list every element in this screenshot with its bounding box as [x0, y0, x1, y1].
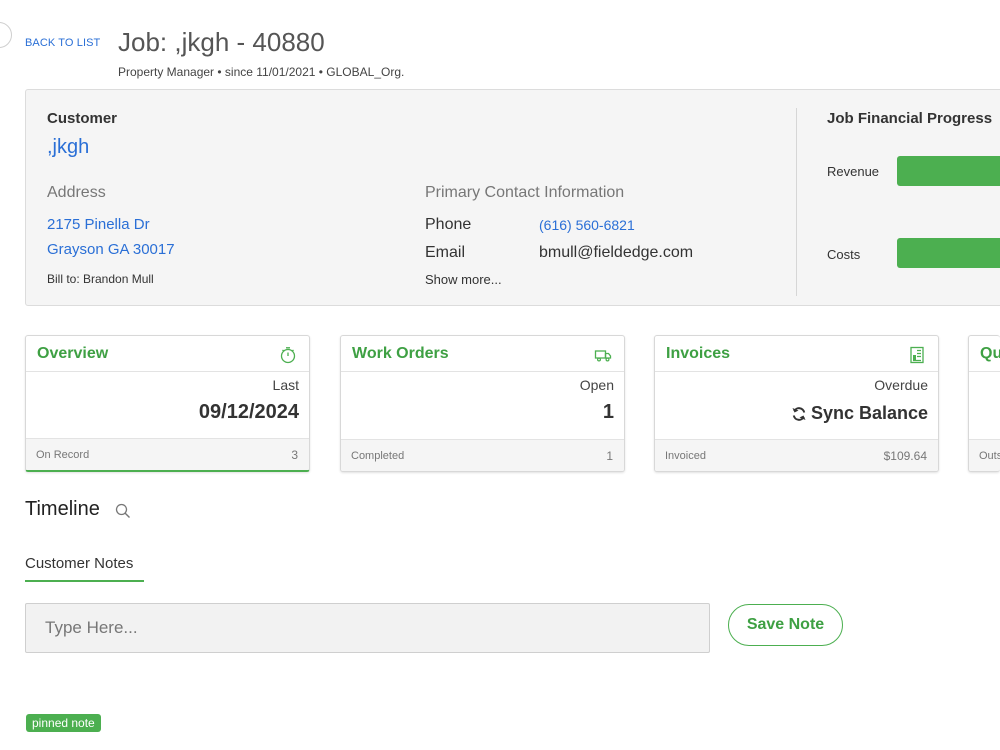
work-orders-card-title: Work Orders	[352, 345, 449, 362]
pinned-note-badge: pinned note	[26, 714, 101, 732]
customer-info-panel: Customer ,jkgh Address 2175 Pinella Dr G…	[25, 89, 1000, 306]
overview-card-footer: On Record 3	[26, 438, 309, 470]
work-orders-foot-label: Completed	[351, 450, 405, 462]
search-icon[interactable]	[115, 503, 131, 519]
show-more-link[interactable]: Show more...	[425, 272, 502, 287]
invoices-foot-label: Invoiced	[665, 450, 706, 462]
back-to-list-link[interactable]: BACK TO LIST	[25, 37, 100, 49]
truck-icon	[594, 350, 612, 362]
stopwatch-icon	[280, 347, 296, 364]
bill-to-text: Bill to: Brandon Mull	[47, 272, 154, 286]
work-orders-value: 1	[602, 401, 614, 423]
overview-foot-label: On Record	[36, 449, 90, 461]
panel-divider	[796, 108, 797, 296]
invoices-sublabel: Overdue	[874, 377, 928, 393]
address-line1-link[interactable]: 2175 Pinella Dr	[47, 216, 150, 233]
invoices-card-title: Invoices	[666, 345, 731, 362]
quotes-card-footer: Outs	[969, 439, 1000, 471]
overview-card[interactable]: Overview Last 09/12/2024 On Record 3	[25, 335, 310, 472]
financial-progress-title: Job Financial Progress	[827, 110, 993, 127]
phone-link[interactable]: (616) 560-6821	[539, 217, 635, 233]
work-orders-card[interactable]: Work Orders Open 1 Completed 1	[340, 335, 625, 472]
customer-name-link[interactable]: ,jkgh	[47, 136, 89, 159]
invoice-icon	[910, 346, 924, 364]
costs-label: Costs	[827, 247, 861, 262]
invoices-foot-value: $109.64	[883, 449, 927, 463]
sync-balance-button[interactable]: Sync Balance	[791, 403, 928, 424]
save-note-button[interactable]: Save Note	[728, 604, 843, 646]
invoices-card-header: Invoices	[655, 336, 938, 372]
revenue-progress-bar	[897, 156, 1000, 186]
costs-progress-bar	[897, 238, 1000, 268]
phone-label: Phone	[425, 216, 472, 233]
timeline-title: Timeline	[25, 498, 100, 520]
address-label: Address	[47, 184, 106, 201]
sync-balance-label: Sync Balance	[810, 403, 928, 423]
customer-section-label: Customer	[47, 110, 118, 127]
sidebar-collapse-handle[interactable]	[0, 22, 12, 48]
overview-value: 09/12/2024	[198, 401, 299, 423]
quotes-card-title: Qu	[980, 345, 1000, 362]
overview-card-title: Overview	[37, 345, 109, 362]
invoices-card[interactable]: Invoices Overdue Sync Balance Invoiced $…	[654, 335, 939, 472]
revenue-label: Revenue	[827, 164, 880, 179]
invoices-card-footer: Invoiced $109.64	[655, 439, 938, 471]
work-orders-card-footer: Completed 1	[341, 439, 624, 471]
work-orders-sublabel: Open	[579, 377, 614, 393]
quotes-foot-label: Outs	[979, 450, 1000, 462]
quotes-card-header: Qu	[969, 336, 1000, 372]
address-line2-link[interactable]: Grayson GA 30017	[47, 241, 175, 258]
job-subtitle: Property Manager • since 11/01/2021 • GL…	[118, 65, 405, 79]
email-label: Email	[425, 244, 466, 261]
overview-foot-value: 3	[291, 448, 298, 462]
overview-card-header: Overview	[26, 336, 309, 372]
page-title: Job: ,jkgh - 40880	[118, 27, 325, 57]
overview-sublabel: Last	[272, 377, 299, 393]
email-value: bmull@fieldedge.com	[539, 244, 694, 261]
work-orders-card-header: Work Orders	[341, 336, 624, 372]
primary-contact-label: Primary Contact Information	[425, 184, 625, 201]
quotes-card[interactable]: Qu Outs	[968, 335, 1000, 472]
sync-icon	[792, 406, 806, 421]
tab-customer-notes[interactable]: Customer Notes	[25, 555, 144, 582]
note-input[interactable]	[25, 603, 710, 653]
work-orders-foot-value: 1	[606, 449, 613, 463]
